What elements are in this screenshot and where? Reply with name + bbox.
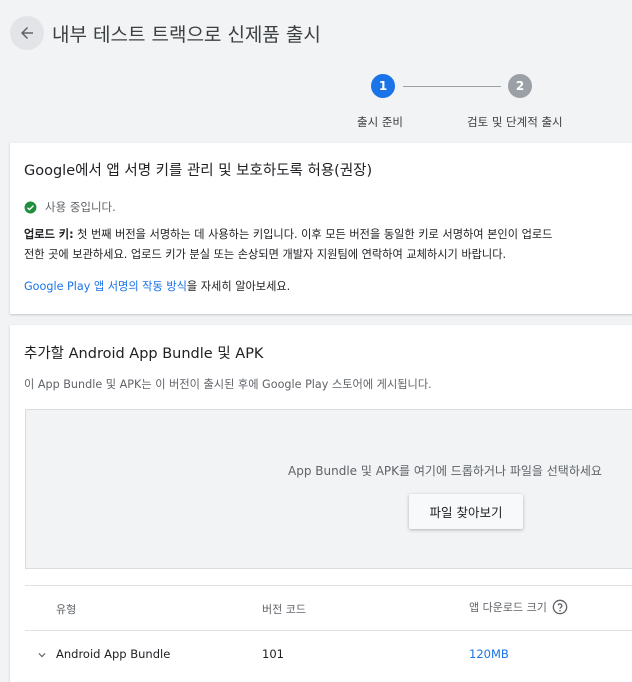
upload-key-description: 업로드 키: 첫 번째 버전을 서명하는 데 사용하는 키입니다. 이후 모든 … [24, 225, 552, 245]
column-download-size: 앱 다운로드 크기 [469, 599, 568, 615]
step-2-label: 검토 및 단계적 출시 [467, 115, 563, 129]
column-download-size-label: 앱 다운로드 크기 [469, 601, 547, 614]
chevron-down-icon[interactable] [35, 648, 49, 662]
help-icon[interactable] [552, 599, 568, 615]
row-version-code: 101 [262, 647, 284, 661]
back-button[interactable] [10, 16, 44, 50]
step-1-indicator: 1 [371, 74, 395, 98]
step-2-indicator: 2 [508, 74, 532, 98]
stepper-connector [403, 86, 501, 87]
column-type: 유형 [56, 603, 77, 616]
app-bundles-card: 추가할 Android App Bundle 및 APK 이 App Bundl… [10, 325, 632, 682]
row-download-size-link[interactable]: 120MB [469, 647, 509, 661]
page-header: 내부 테스트 트랙으로 신제품 출시 [0, 0, 632, 68]
signing-status-text: 사용 중입니다. [45, 200, 116, 214]
app-signing-card: Google에서 앱 서명 키를 관리 및 보호하도록 허용(권장) 사용 중입… [10, 143, 632, 314]
learn-more-suffix: 을 자세히 알아보세요. [186, 280, 291, 293]
table-row[interactable]: Android App Bundle 101 120MB [25, 631, 632, 677]
step-1-number: 1 [378, 79, 388, 93]
app-bundles-title: 추가할 Android App Bundle 및 APK [24, 346, 264, 362]
row-type: Android App Bundle [56, 647, 171, 661]
app-signing-title: Google에서 앱 서명 키를 관리 및 보호하도록 허용(권장) [24, 163, 373, 179]
learn-more-line: Google Play 앱 서명의 작동 방식을 자세히 알아보세요. [24, 278, 290, 294]
app-bundles-description: 이 App Bundle 및 APK는 이 버전이 출시된 후에 Google … [24, 378, 432, 391]
drop-zone-text: App Bundle 및 APK를 여기에 드롭하거나 파일을 선택하세요 [288, 464, 602, 478]
upload-key-description-2: 전한 곳에 보관하세요. 업로드 키가 분실 또는 손상되면 개발자 지원팀에 … [24, 248, 507, 261]
upload-key-text: 첫 번째 버전을 서명하는 데 사용하는 키입니다. 이후 모든 버전을 동일한… [73, 228, 553, 241]
step-1-label: 출시 준비 [357, 115, 403, 129]
step-2-number: 2 [515, 79, 525, 93]
check-circle-icon [24, 201, 37, 213]
arrow-back-icon [21, 27, 33, 39]
file-drop-zone[interactable]: App Bundle 및 APK를 여기에 드롭하거나 파일을 선택하세요 파일… [25, 409, 632, 569]
app-signing-learn-more-link[interactable]: Google Play 앱 서명의 작동 방식 [24, 280, 187, 293]
upload-key-label: 업로드 키: [24, 228, 74, 241]
bundles-table-header: 유형 버전 코드 앱 다운로드 크기 [25, 585, 632, 631]
browse-files-button[interactable]: 파일 찾아보기 [409, 494, 523, 529]
column-version-code: 버전 코드 [262, 603, 306, 616]
page-title: 내부 테스트 트랙으로 신제품 출시 [52, 24, 321, 46]
signing-status: 사용 중입니다. [24, 199, 116, 215]
